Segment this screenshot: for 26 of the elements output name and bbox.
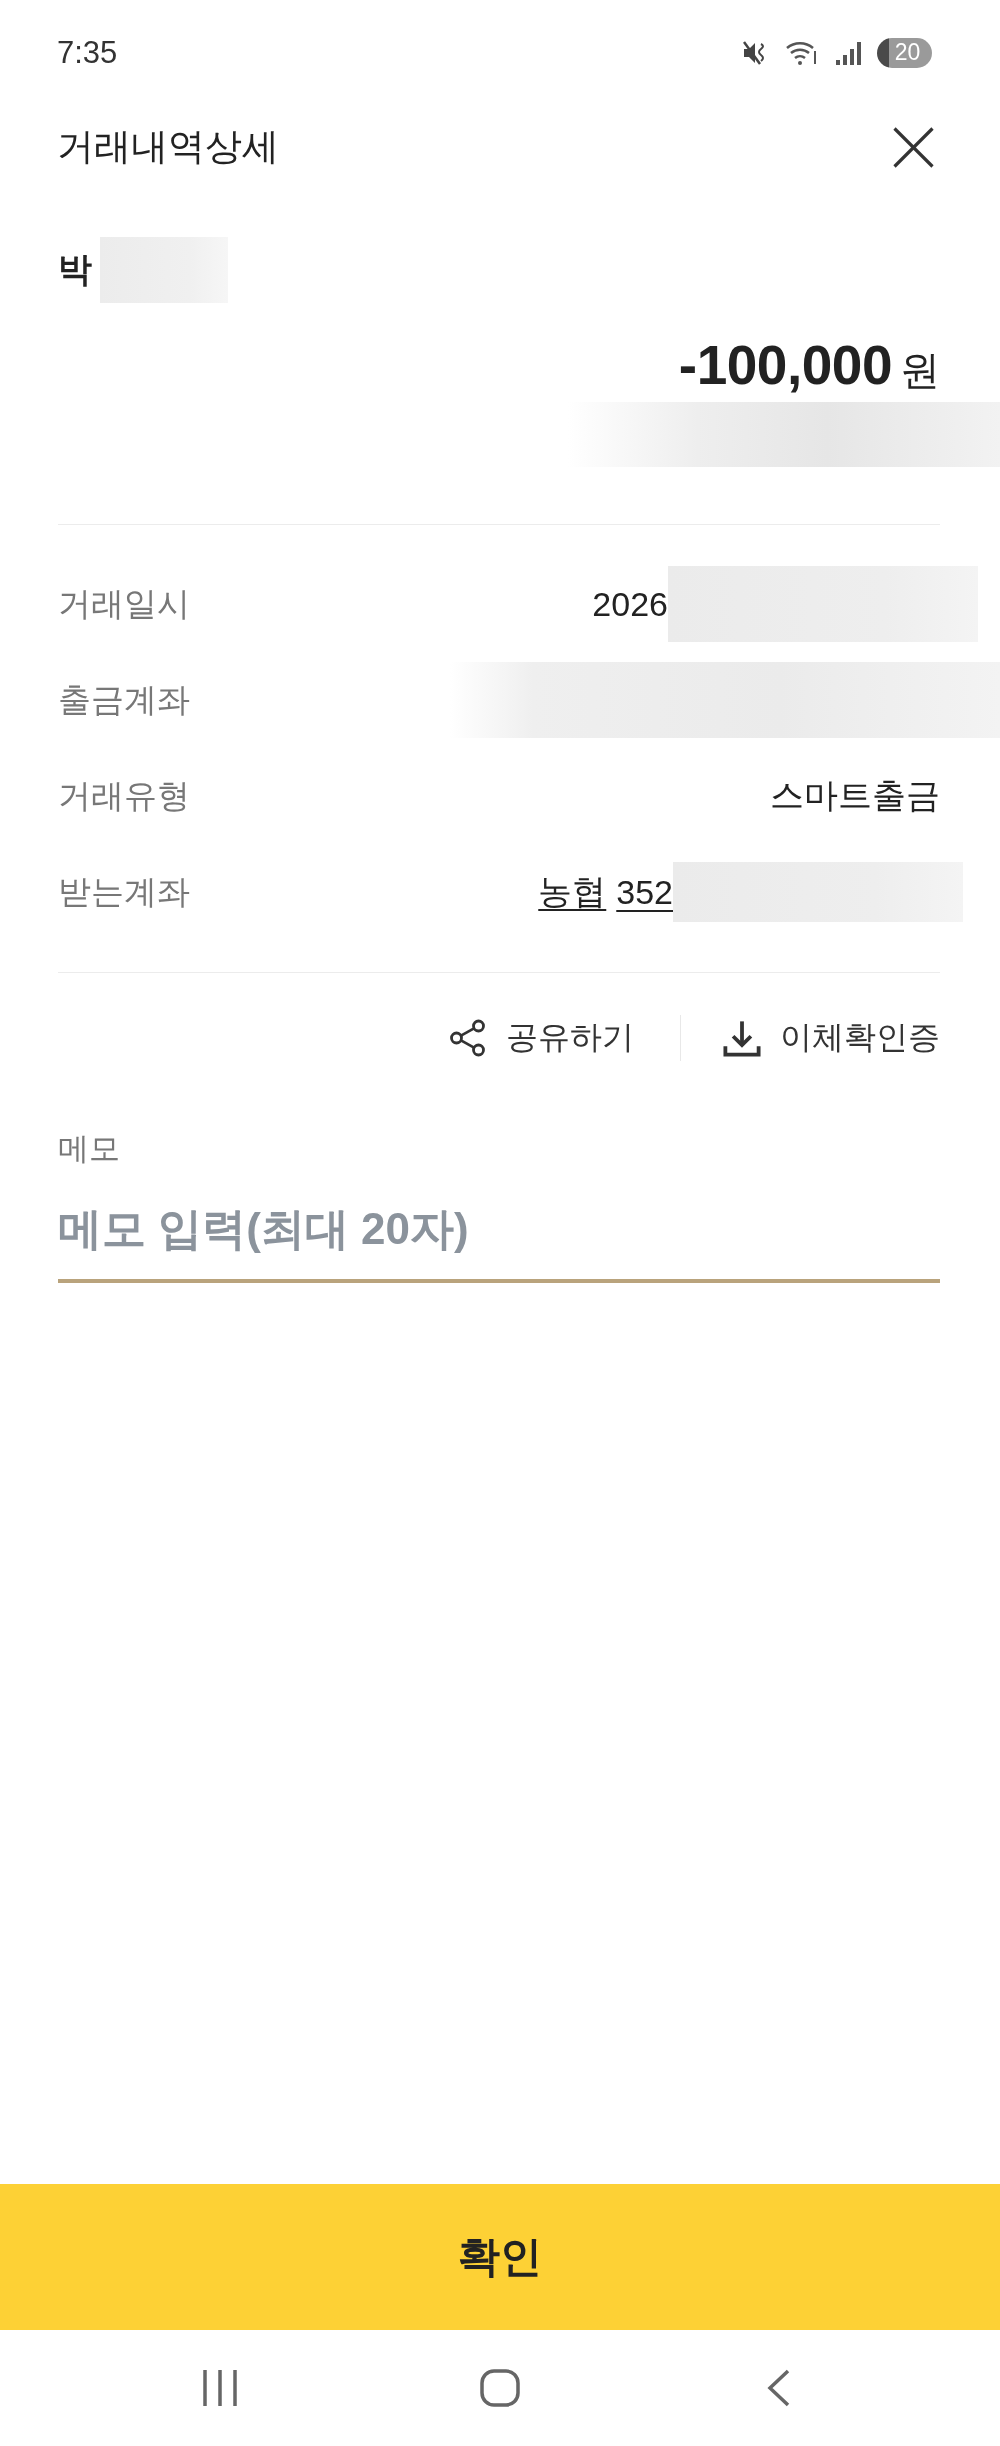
share-icon: [449, 1019, 487, 1057]
close-icon[interactable]: [893, 126, 934, 168]
memo-input[interactable]: 메모 입력(최대 20자): [58, 1189, 940, 1283]
download-button[interactable]: 이체확인증: [723, 1016, 940, 1060]
confirm-button[interactable]: 확인: [0, 2184, 1000, 2330]
recent-apps-icon[interactable]: [200, 2369, 240, 2407]
signal-icon: [835, 40, 861, 65]
detail-label: 거래일시: [58, 583, 190, 624]
home-icon[interactable]: [480, 2369, 520, 2407]
recipient-name: 박: [58, 249, 92, 290]
account-link[interactable]: 352: [616, 872, 673, 912]
amount-value: -100,000: [678, 333, 892, 397]
account-link[interactable]: 농협: [538, 869, 607, 915]
download-icon: [723, 1019, 761, 1057]
detail-label: 거래유형: [58, 775, 190, 816]
detail-value: 2026: [592, 584, 668, 624]
page-title: 거래내역상세: [57, 125, 279, 169]
status-time: 7:35: [57, 34, 118, 71]
detail-label: 받는계좌: [58, 871, 190, 912]
battery-indicator: 20: [877, 37, 932, 68]
detail-value: 스마트출금: [770, 775, 940, 816]
share-button[interactable]: 공유하기: [449, 1016, 634, 1060]
wifi-icon: [785, 39, 819, 66]
memo-label: 메모: [58, 1130, 120, 1168]
detail-label: 출금계좌: [58, 679, 190, 720]
currency-unit: 원: [900, 347, 940, 394]
